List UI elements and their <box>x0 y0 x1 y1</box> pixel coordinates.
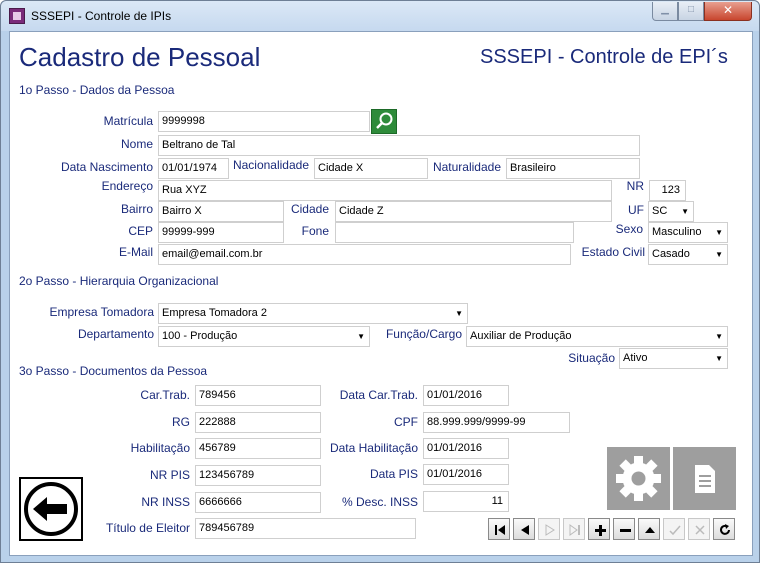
bairro-input[interactable]: Bairro X <box>158 201 284 222</box>
nr-label: NR <box>626 179 644 193</box>
save-button[interactable] <box>663 518 685 540</box>
data-car-trab-input[interactable]: 01/01/2016 <box>423 385 509 406</box>
delete-record-icon <box>620 529 631 532</box>
habilitacao-input[interactable]: 456789 <box>195 438 321 459</box>
sexo-select[interactable]: Masculino <box>648 222 728 243</box>
funcao-label: Função/Cargo <box>385 327 462 341</box>
first-record-icon <box>495 525 505 535</box>
empresa-select[interactable]: Empresa Tomadora 2 <box>158 303 468 324</box>
fone-input[interactable] <box>335 222 574 243</box>
naturalidade-label: Naturalidade <box>432 160 501 174</box>
section1-title: 1o Passo - Dados da Pessoa <box>19 83 175 97</box>
fone-label: Fone <box>301 224 329 238</box>
cep-label: CEP <box>128 224 153 238</box>
nome-input[interactable]: Beltrano de Tal <box>158 135 640 156</box>
situacao-label: Situação <box>568 351 615 365</box>
refresh-icon <box>720 524 730 535</box>
last-record-button[interactable] <box>563 518 585 540</box>
previous-record-button[interactable] <box>513 518 535 540</box>
naturalidade-input[interactable]: Brasileiro <box>506 158 640 179</box>
data-nascimento-label: Data Nascimento <box>60 160 153 174</box>
add-record-button[interactable] <box>588 518 610 540</box>
next-record-button[interactable] <box>538 518 560 540</box>
cidade-input[interactable]: Cidade Z <box>335 201 612 222</box>
data-car-trab-label: Data Car.Trab. <box>339 388 418 402</box>
nome-label: Nome <box>120 137 153 151</box>
email-input[interactable]: email@email.com.br <box>158 244 571 265</box>
search-button[interactable] <box>371 109 397 134</box>
endereco-input[interactable]: Rua XYZ <box>158 180 612 201</box>
last-record-icon <box>569 524 580 536</box>
funcao-select[interactable]: Auxiliar de Produção <box>466 326 728 347</box>
up-icon <box>645 527 655 533</box>
data-pis-label: Data PIS <box>369 467 418 481</box>
bairro-label: Bairro <box>120 202 153 216</box>
previous-record-icon <box>521 525 529 535</box>
report-button[interactable] <box>673 447 736 510</box>
app-title: SSSEPI - Controle de EPI´s <box>480 46 728 68</box>
cancel-button[interactable] <box>688 518 710 540</box>
cep-input[interactable]: 99999-999 <box>158 222 284 243</box>
email-label: E-Mail <box>118 245 153 259</box>
gear-icon <box>616 456 661 501</box>
uf-label: UF <box>628 203 644 217</box>
situacao-select[interactable]: Ativo <box>619 348 728 369</box>
car-trab-label: Car.Trab. <box>140 388 190 402</box>
nr-pis-label: NR PIS <box>149 468 190 482</box>
car-trab-input[interactable]: 789456 <box>195 385 321 406</box>
data-habilitacao-input[interactable]: 01/01/2016 <box>423 438 509 459</box>
app-icon <box>9 8 25 24</box>
cancel-icon <box>695 525 705 535</box>
matricula-input[interactable]: 9999998 <box>158 111 370 132</box>
nr-inss-label: NR INSS <box>141 495 190 509</box>
estado-civil-select[interactable]: Casado <box>648 244 728 265</box>
arrow-left-icon <box>24 482 78 536</box>
sexo-label: Sexo <box>615 222 643 236</box>
cpf-input[interactable]: 88.999.999/9999-99 <box>423 412 570 433</box>
page-title: Cadastro de Pessoal <box>19 42 261 72</box>
rg-input[interactable]: 222888 <box>195 412 321 433</box>
section2-title: 2o Passo - Hierarquia Organizacional <box>19 274 219 288</box>
title-bar[interactable]: SSSEPI - Controle de IPIs ▁ □ ✕ <box>1 1 759 31</box>
departamento-label: Departamento <box>77 327 154 341</box>
nr-inss-input[interactable]: 6666666 <box>195 492 321 513</box>
cidade-label: Cidade <box>290 202 329 216</box>
minimize-button[interactable]: ▁ <box>652 2 678 21</box>
titulo-eleitor-input[interactable]: 789456789 <box>195 518 416 539</box>
rg-label: RG <box>172 415 190 429</box>
nacionalidade-input[interactable]: Cidade X <box>314 158 428 179</box>
desc-inss-label: % Desc. INSS <box>341 495 418 509</box>
estado-civil-label: Estado Civil <box>581 245 645 259</box>
endereco-label: Endereço <box>101 179 153 193</box>
next-record-icon <box>545 524 555 536</box>
refresh-button[interactable] <box>713 518 735 540</box>
cpf-label: CPF <box>394 415 418 429</box>
delete-record-button[interactable] <box>613 518 635 540</box>
nr-input[interactable]: 123 <box>649 180 686 201</box>
magnifier-icon <box>376 112 393 129</box>
up-button[interactable] <box>638 518 660 540</box>
document-icon <box>695 465 715 493</box>
settings-button[interactable] <box>607 447 670 510</box>
titulo-eleitor-label: Título de Eleitor <box>105 521 190 535</box>
back-button[interactable] <box>19 477 83 541</box>
empresa-label: Empresa Tomadora <box>49 305 155 319</box>
data-nascimento-input[interactable]: 01/01/1974 <box>158 158 229 179</box>
data-pis-input[interactable]: 01/01/2016 <box>423 464 509 485</box>
uf-select[interactable]: SC <box>648 201 694 222</box>
data-habilitacao-label: Data Habilitação <box>329 441 418 455</box>
save-icon <box>669 525 681 536</box>
close-button[interactable]: ✕ <box>704 2 752 21</box>
desc-inss-input[interactable]: 11 <box>423 491 509 512</box>
nr-pis-input[interactable]: 123456789 <box>195 465 321 486</box>
departamento-select[interactable]: 100 - Produção <box>158 326 370 347</box>
nacionalidade-label: Nacionalidade <box>232 158 309 172</box>
add-record-icon <box>595 525 606 536</box>
window-title: SSSEPI - Controle de IPIs <box>31 9 172 23</box>
matricula-label: Matrícula <box>103 114 153 128</box>
habilitacao-label: Habilitação <box>130 441 190 455</box>
maximize-button[interactable]: □ <box>678 2 704 21</box>
first-record-button[interactable] <box>488 518 510 540</box>
section3-title: 3o Passo - Documentos da Pessoa <box>19 364 208 378</box>
